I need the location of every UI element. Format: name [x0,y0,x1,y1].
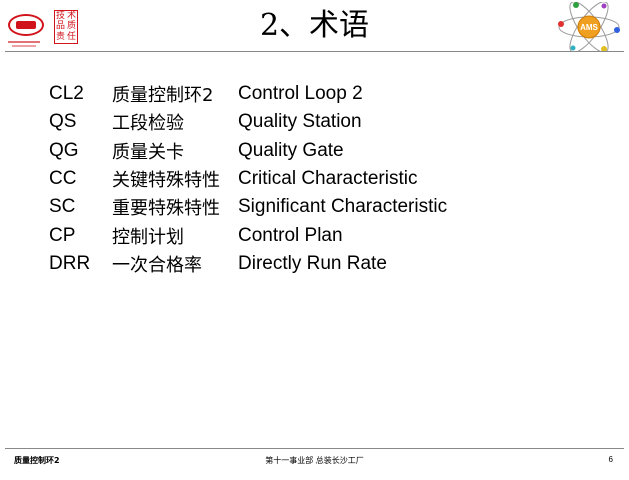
term-abbr: QS [49,111,77,133]
term-abbr: CC [49,168,77,190]
term-abbr: DRR [49,252,91,274]
term-chinese: 重要特殊特性 [112,198,220,220]
footer-rule [5,448,624,449]
term-chinese: 一次合格率 [112,254,202,276]
slide-title: 2、术语 [259,8,370,43]
term-english: Critical Characteristic [238,168,418,190]
term-english: Quality Station [238,111,362,133]
term-chinese: 质量关卡 [112,141,184,163]
term-abbr: CP [49,224,76,246]
term-abbr: QG [49,139,79,161]
term-row: DRR 一次合格率 Directly Run Rate [49,250,447,278]
term-chinese: 工段检验 [112,113,184,135]
term-abbr: SC [49,196,76,218]
footer-organization: 第十一事业部 总装长沙工厂 [265,456,364,465]
term-row: SC 重要特殊特性 Significant Characteristic [49,193,447,221]
term-abbr: CL2 [49,83,84,105]
term-chinese: 控制计划 [112,226,184,248]
slide-header: 技 术 品 质 责 任 2、术语 AMS [0,0,629,52]
term-english: Significant Characteristic [238,196,448,218]
term-chinese: 关键特殊特性 [112,170,220,192]
term-row: QS 工段检验 Quality Station [49,108,447,136]
term-row: QG 质量关卡 Quality Gate [49,137,447,165]
header-rule [5,51,624,52]
term-english: Quality Gate [238,139,344,161]
ams-atom-logo: AMS [558,2,620,52]
term-row: CC 关键特殊特性 Critical Characteristic [49,165,447,193]
terms-list: CL2 质量控制环2 Control Loop 2 QS 工段检验 Qualit… [49,80,447,278]
term-english: Control Plan [238,224,343,246]
term-row: CP 控制计划 Control Plan [49,221,447,249]
page-number: 6 [608,455,613,464]
term-english: Control Loop 2 [238,83,363,105]
term-chinese: 质量控制环2 [112,85,214,107]
term-english: Directly Run Rate [238,252,387,274]
term-row: CL2 质量控制环2 Control Loop 2 [49,80,447,108]
svg-text:AMS: AMS [580,23,598,32]
